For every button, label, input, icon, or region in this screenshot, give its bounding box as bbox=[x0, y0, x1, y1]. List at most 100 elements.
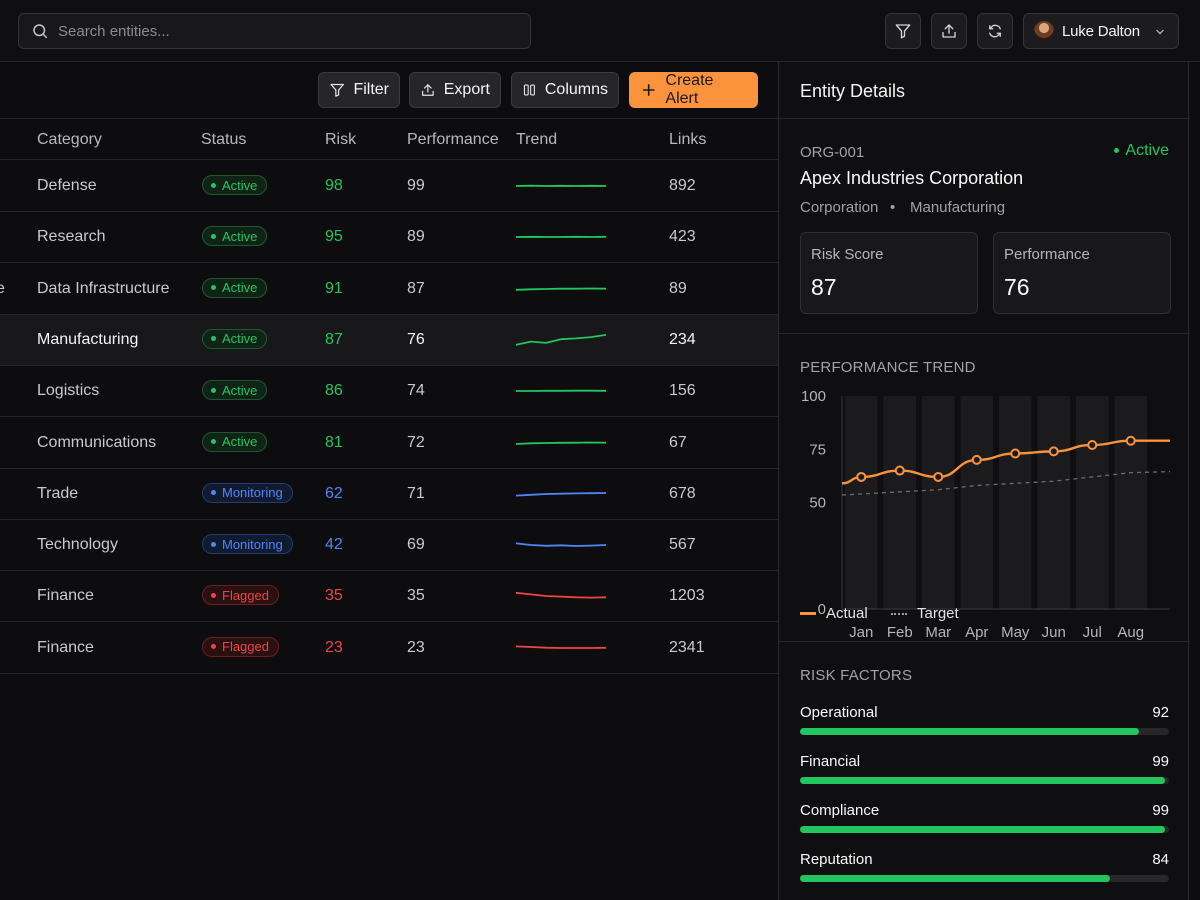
table-row[interactable]: Finance Flagged 23 23 2341 bbox=[0, 623, 778, 674]
chart-x-tick-label: May bbox=[1001, 624, 1030, 641]
status-dot-icon bbox=[211, 439, 216, 444]
chart-background-bar bbox=[1076, 396, 1109, 609]
entity-table-area: Filter Export Columns Create Alert Categ… bbox=[0, 62, 778, 900]
user-menu[interactable]: Luke Dalton bbox=[1023, 13, 1179, 49]
chart-x-tick-label: Feb bbox=[887, 624, 913, 641]
column-header-trend[interactable]: Trend bbox=[516, 131, 557, 149]
risk-score-card: Risk Score 87 bbox=[800, 232, 978, 314]
table-row[interactable]: e Data Infrastructure Active 91 87 89 bbox=[0, 264, 778, 315]
cell-links: 1203 bbox=[669, 587, 705, 605]
cell-links: 67 bbox=[669, 433, 687, 451]
user-name: Luke Dalton bbox=[1062, 22, 1140, 40]
chart-actual-point bbox=[933, 471, 944, 482]
status-badge: Monitoring bbox=[202, 534, 293, 555]
status-badge-label: Active bbox=[222, 228, 258, 244]
table-row[interactable]: Technology Monitoring 42 69 567 bbox=[0, 520, 778, 572]
cell-performance: 99 bbox=[407, 177, 425, 194]
filter-icon-button[interactable] bbox=[885, 13, 921, 49]
chart-x-tick-label: Jun bbox=[1042, 624, 1066, 641]
table-row[interactable]: Manufacturing Active 87 76 234 bbox=[0, 314, 778, 366]
trend-sparkline bbox=[516, 236, 606, 239]
risk-factor-item: Compliance 99 bbox=[800, 802, 1169, 842]
chart-background-bar bbox=[1114, 396, 1147, 609]
status-badge-label: Active bbox=[222, 177, 258, 193]
status-dot-icon bbox=[211, 336, 216, 342]
column-header-risk[interactable]: Risk bbox=[325, 131, 356, 149]
status-dot-icon bbox=[211, 387, 216, 393]
entity-status: Active bbox=[1114, 142, 1169, 160]
column-header-links[interactable]: Links bbox=[669, 131, 706, 149]
entity-status-label: Active bbox=[1125, 142, 1169, 159]
cell-links: 423 bbox=[669, 228, 696, 246]
risk-factor-label: Operational bbox=[800, 704, 878, 721]
upload-icon bbox=[422, 84, 434, 96]
chart-background-bar bbox=[922, 396, 955, 609]
cell-performance: 71 bbox=[407, 484, 425, 502]
chart-background-bar bbox=[845, 396, 878, 609]
cell-category: Finance bbox=[37, 638, 94, 656]
risk-factor-bar-track bbox=[800, 826, 1169, 833]
cell-links: 678 bbox=[669, 484, 696, 502]
risk-factor-value: 99 bbox=[1152, 753, 1169, 770]
cell-risk: 95 bbox=[325, 228, 343, 246]
create-alert-button[interactable]: Create Alert bbox=[629, 72, 758, 108]
risk-factors-title: RISK FACTORS bbox=[800, 667, 913, 684]
table-row[interactable]: Communications Active 81 72 67 bbox=[0, 418, 778, 469]
legend-actual-label: Actual bbox=[826, 605, 868, 622]
cell-category: Research bbox=[37, 228, 106, 246]
cell-risk: 81 bbox=[325, 433, 343, 451]
table-row[interactable]: Logistics Active 86 74 156 bbox=[0, 366, 778, 418]
export-button[interactable]: Export bbox=[409, 72, 501, 108]
risk-factor-bar-track bbox=[800, 728, 1169, 735]
performance-trend-section: PERFORMANCE TREND 0 50 75 100 Jan Feb Mar Apr Ma… bbox=[779, 334, 1190, 642]
column-header-performance[interactable]: Performance bbox=[407, 131, 499, 149]
legend-actual: Actual bbox=[800, 605, 868, 622]
cell-performance: 89 bbox=[407, 228, 425, 246]
trend-sparkline bbox=[516, 287, 606, 291]
chart-y-tick-label: 100 bbox=[801, 388, 826, 405]
cell-risk: 98 bbox=[325, 177, 343, 194]
risk-factor-item: Operational 92 bbox=[800, 704, 1169, 744]
filter-button[interactable]: Filter bbox=[318, 72, 400, 108]
column-header-category[interactable]: Category bbox=[37, 131, 102, 149]
status-badge: Active bbox=[202, 175, 268, 195]
table-row[interactable]: Research Active 95 89 423 bbox=[0, 212, 778, 264]
columns-button[interactable]: Columns bbox=[511, 72, 619, 108]
status-badge: Active bbox=[202, 431, 268, 452]
cell-risk: 91 bbox=[325, 279, 343, 297]
chart-background-bar bbox=[1037, 396, 1070, 609]
legend-target-swatch bbox=[891, 612, 907, 615]
chart-y-tick-label: 50 bbox=[809, 495, 826, 512]
cell-category: Communications bbox=[37, 433, 157, 451]
search-box[interactable] bbox=[18, 13, 531, 49]
risk-factor-bar-track bbox=[800, 777, 1169, 784]
status-badge-label: Active bbox=[222, 434, 258, 449]
cell-links: 89 bbox=[669, 279, 687, 297]
filter-icon bbox=[895, 24, 911, 39]
chart-x-tick-label: Jul bbox=[1083, 624, 1102, 641]
table-row[interactable]: Defense Active 98 99 892 bbox=[0, 161, 778, 212]
chart-background-bar bbox=[883, 396, 916, 609]
upload-icon-button[interactable] bbox=[931, 13, 967, 49]
performance-card: Performance 76 bbox=[993, 232, 1171, 314]
chart-actual-point bbox=[971, 454, 982, 465]
search-input[interactable] bbox=[58, 22, 498, 40]
table-row[interactable]: Finance Flagged 35 35 1203 bbox=[0, 571, 778, 623]
risk-factor-bar-track bbox=[800, 875, 1169, 882]
refresh-icon-button[interactable] bbox=[977, 13, 1013, 49]
status-badge: Active bbox=[202, 277, 268, 298]
status-dot-icon bbox=[211, 182, 216, 188]
cell-risk: 87 bbox=[325, 330, 343, 348]
chevron-down-icon bbox=[1156, 29, 1164, 35]
risk-score-label: Risk Score bbox=[811, 246, 884, 263]
status-dot-icon bbox=[211, 644, 216, 650]
entity-industry: Manufacturing bbox=[910, 199, 1006, 216]
table-row[interactable]: Trade Monitoring 62 71 678 bbox=[0, 469, 778, 520]
entity-name: Apex Industries Corporation bbox=[800, 168, 1024, 188]
column-header-status[interactable]: Status bbox=[201, 131, 246, 149]
create-alert-button-label: Create Alert bbox=[665, 72, 714, 107]
chart-actual-point bbox=[1048, 446, 1059, 457]
top-bar: Luke Dalton bbox=[0, 0, 1200, 62]
entity-details-panel: Entity Details ORG-001 Active Apex Indus… bbox=[778, 62, 1190, 900]
cell-category: Defense bbox=[37, 177, 97, 194]
